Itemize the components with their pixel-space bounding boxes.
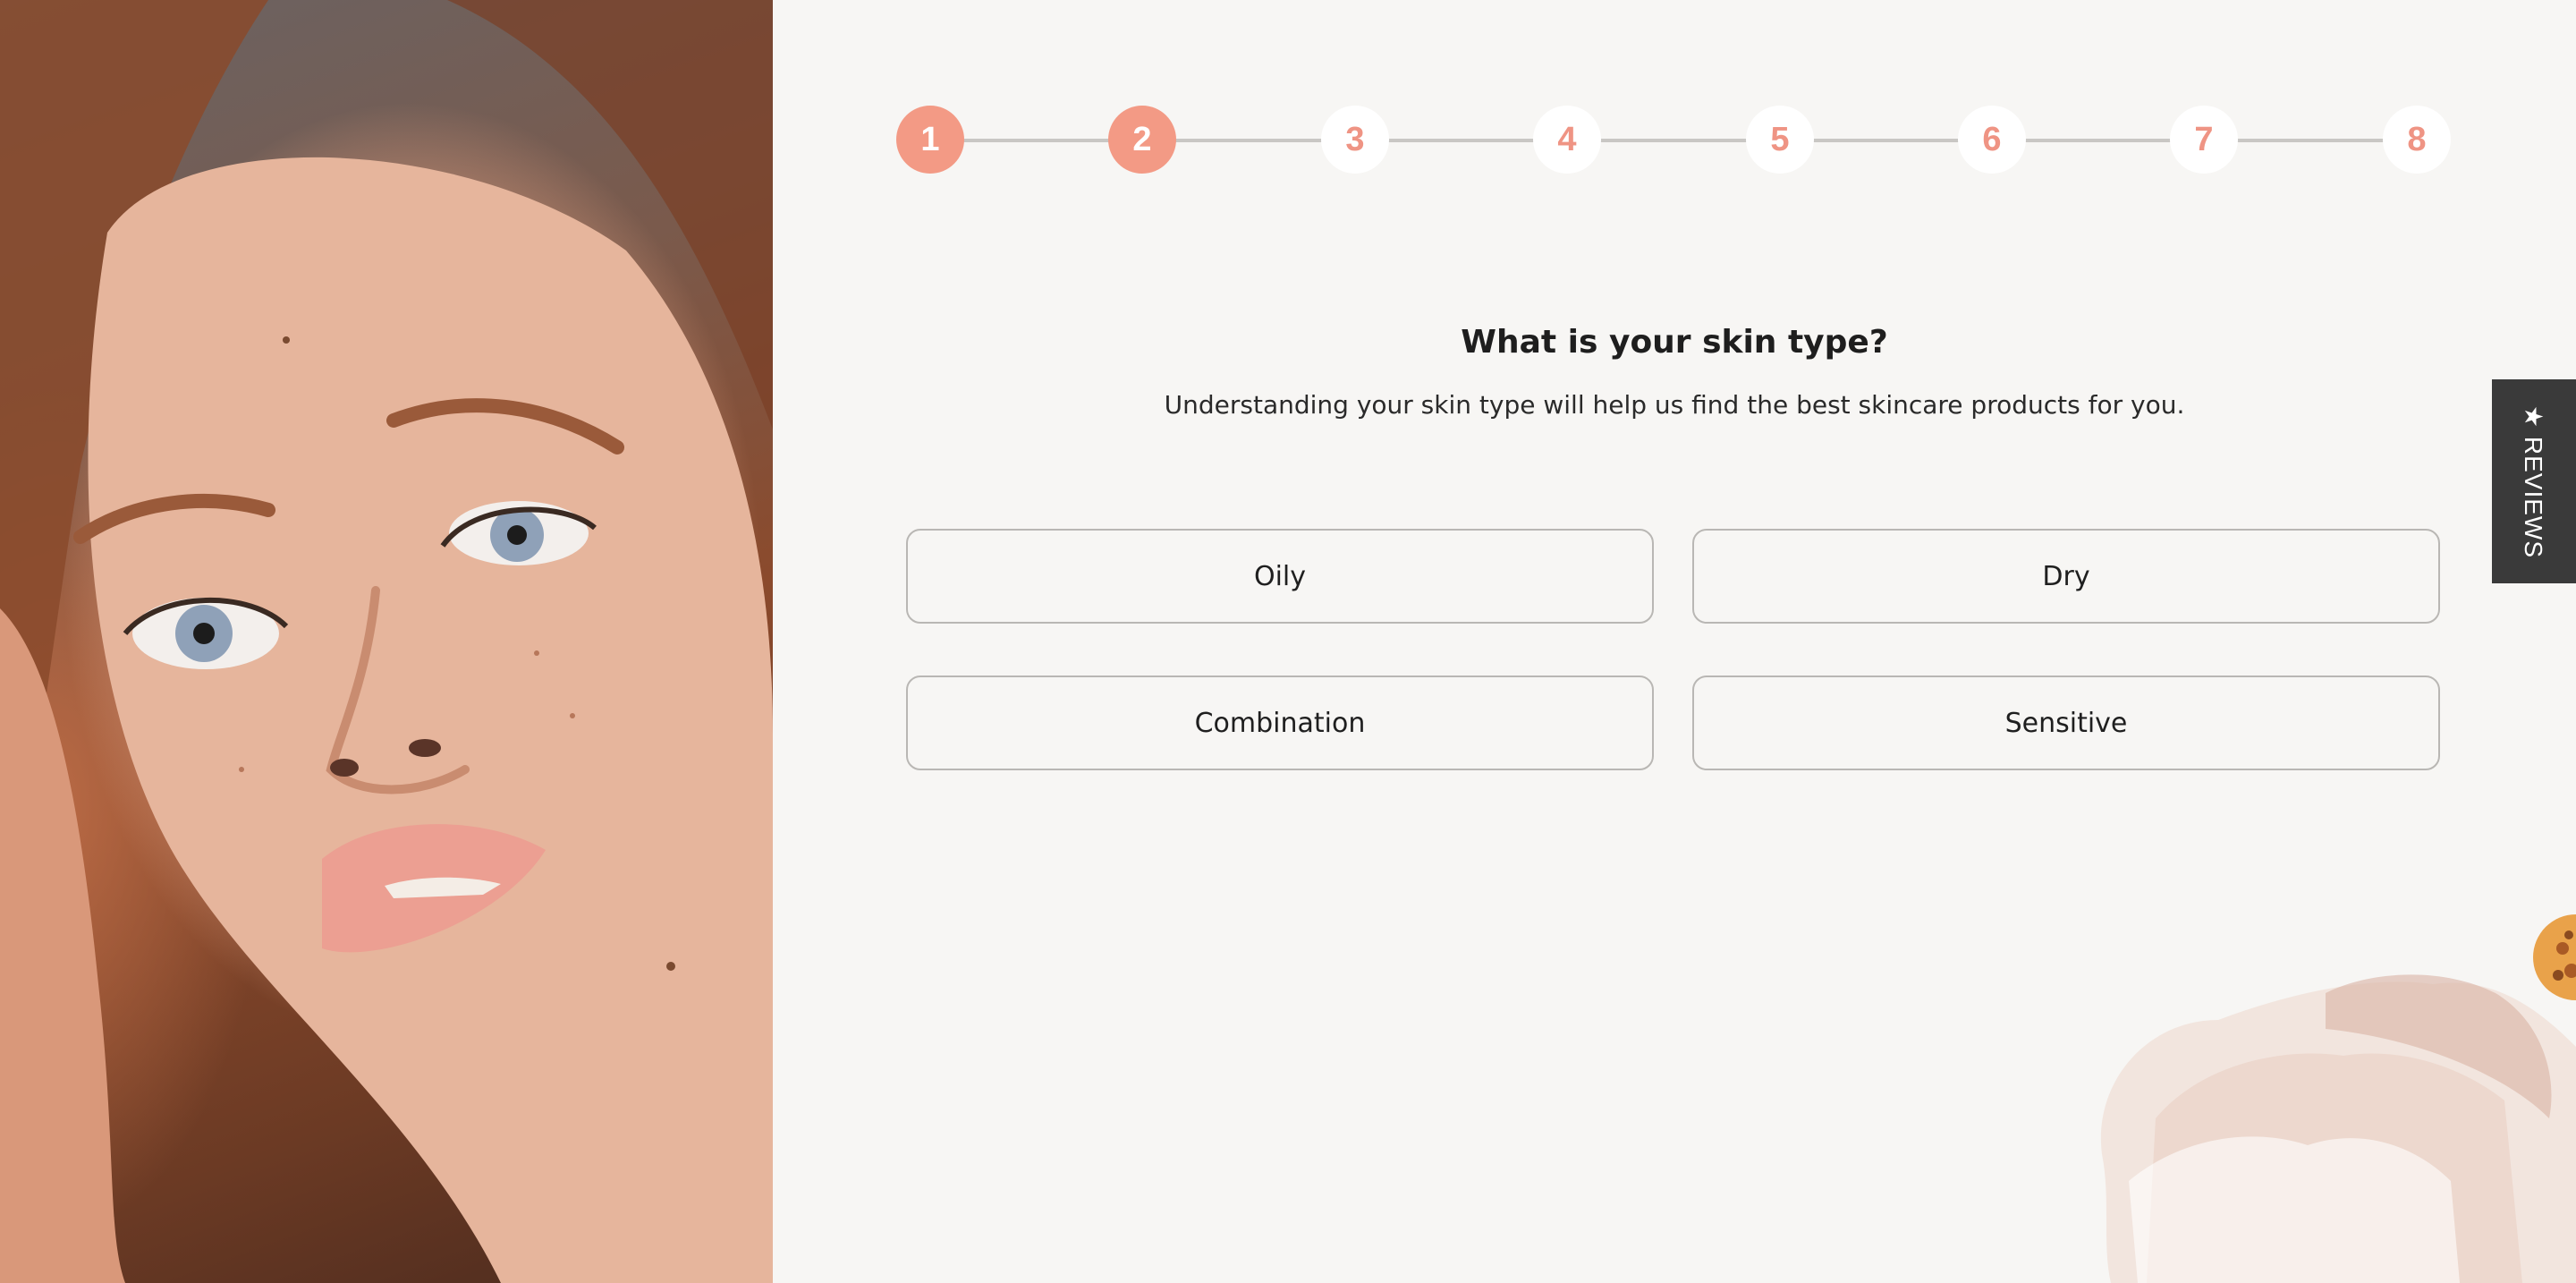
step-8[interactable]: 8 — [2383, 106, 2451, 174]
option-dry-button[interactable]: Dry — [1692, 529, 2440, 624]
face-illustration — [0, 0, 773, 1283]
star-icon: ★ — [2520, 404, 2548, 429]
step-2[interactable]: 2 — [1108, 106, 1176, 174]
question-subtitle: Understanding your skin type will help u… — [1164, 390, 2185, 420]
question-title: What is your skin type? — [1461, 324, 1888, 361]
option-sensitive-button[interactable]: Sensitive — [1692, 675, 2440, 770]
hero-photo — [0, 0, 773, 1283]
progress-stepper: 1 2 3 4 5 6 7 8 — [896, 106, 2451, 177]
step-5[interactable]: 5 — [1746, 106, 1814, 174]
option-oily-button[interactable]: Oily — [906, 529, 1654, 624]
step-4[interactable]: 4 — [1533, 106, 1601, 174]
step-1[interactable]: 1 — [896, 106, 964, 174]
watercolor-brush-decoration — [2100, 914, 2576, 1283]
step-3[interactable]: 3 — [1321, 106, 1389, 174]
option-combination-button[interactable]: Combination — [906, 675, 1654, 770]
reviews-tab[interactable]: ★ REVIEWS — [2492, 379, 2576, 583]
step-6[interactable]: 6 — [1958, 106, 2026, 174]
step-7[interactable]: 7 — [2170, 106, 2238, 174]
reviews-label: REVIEWS — [2520, 436, 2548, 558]
